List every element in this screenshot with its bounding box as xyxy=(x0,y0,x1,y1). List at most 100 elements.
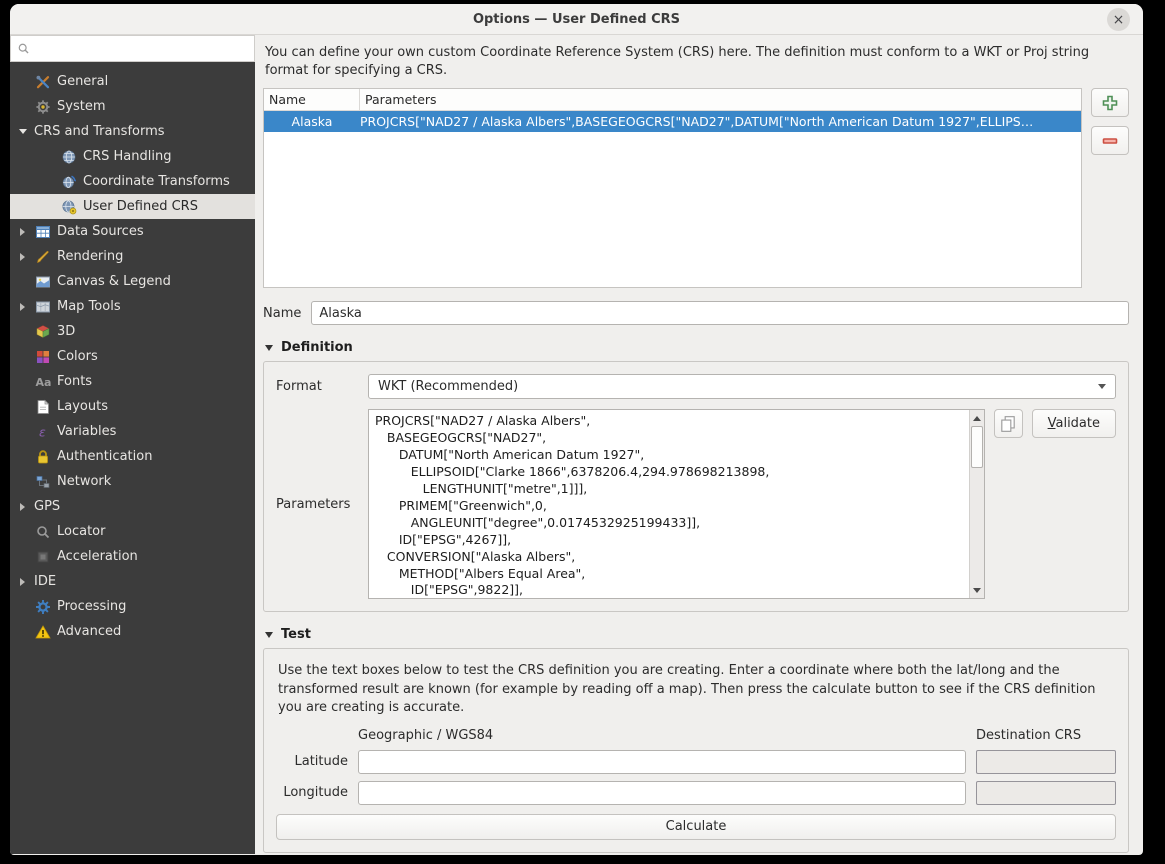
crs-name-input[interactable] xyxy=(311,301,1129,325)
latitude-input[interactable] xyxy=(358,750,966,774)
search-icon xyxy=(17,42,30,55)
column-header-parameters[interactable]: Parameters xyxy=(360,92,1081,107)
chevron-down-icon xyxy=(19,129,27,134)
wkt-parameters-editor[interactable]: PROJCRS["NAD27 / Alaska Albers", BASEGEO… xyxy=(368,409,985,599)
sidebar-item-system[interactable]: System xyxy=(10,94,255,119)
coordinate-transforms-icon xyxy=(60,173,77,190)
copy-icon xyxy=(999,415,1017,433)
close-icon[interactable]: × xyxy=(1107,8,1130,31)
user-defined-crs-panel: You can define your own custom Coordinat… xyxy=(255,35,1143,854)
layouts-icon xyxy=(34,398,51,415)
name-label: Name xyxy=(263,306,301,321)
sidebar-item-processing[interactable]: Processing xyxy=(10,594,255,619)
general-tools-icon xyxy=(34,73,51,90)
title-bar: Options — User Defined CRS × xyxy=(10,4,1143,35)
sidebar-item-authentication[interactable]: Authentication xyxy=(10,444,255,469)
chevron-right-icon xyxy=(20,303,25,311)
acceleration-icon xyxy=(34,548,51,565)
column-header-name[interactable]: Name xyxy=(264,89,360,110)
sidebar-item-colors[interactable]: Colors xyxy=(10,344,255,369)
sidebar-group-gps[interactable]: GPS xyxy=(10,494,255,519)
test-description: Use the text boxes below to test the CRS… xyxy=(278,662,1114,717)
table-header: Name Parameters xyxy=(264,89,1081,111)
crs-parameters-cell: PROJCRS["NAD27 / Alaska Albers",BASEGEOG… xyxy=(360,114,1081,129)
chevron-right-icon xyxy=(20,253,25,261)
remove-crs-button[interactable] xyxy=(1091,126,1129,155)
longitude-destination-output xyxy=(976,781,1116,805)
source-crs-header: Geographic / WGS84 xyxy=(358,728,966,743)
rendering-brush-icon xyxy=(34,248,51,265)
sidebar-item-canvas-legend[interactable]: Canvas & Legend xyxy=(10,269,255,294)
network-icon xyxy=(34,473,51,490)
latitude-label: Latitude xyxy=(276,754,348,769)
sidebar-group-ide[interactable]: IDE xyxy=(10,569,255,594)
sidebar-list: General System CRS and Transforms CRS Ha… xyxy=(10,62,255,854)
parameters-label: Parameters xyxy=(276,497,368,512)
sidebar-item-rendering[interactable]: Rendering xyxy=(10,244,255,269)
sidebar-item-map-tools[interactable]: Map Tools xyxy=(10,294,255,319)
dropdown-arrow-icon xyxy=(1098,384,1106,389)
plus-icon xyxy=(1101,94,1119,112)
user-defined-crs-icon xyxy=(60,198,77,215)
sidebar-item-coordinate-transforms[interactable]: Coordinate Transforms xyxy=(10,169,255,194)
custom-crs-table[interactable]: Name Parameters Alaska PROJCRS["NAD27 / … xyxy=(263,88,1082,288)
sidebar-item-fonts[interactable]: Aa Fonts xyxy=(10,369,255,394)
map-tools-icon xyxy=(34,298,51,315)
calculate-button[interactable]: Calculate xyxy=(276,814,1116,840)
scroll-down-button[interactable] xyxy=(970,583,984,597)
chevron-right-icon xyxy=(20,503,25,511)
format-dropdown[interactable]: WKT (Recommended) xyxy=(368,374,1116,399)
canvas-legend-icon xyxy=(34,273,51,290)
add-crs-button[interactable] xyxy=(1091,88,1129,117)
validate-button[interactable]: Validate xyxy=(1032,409,1116,438)
wkt-text[interactable]: PROJCRS["NAD27 / Alaska Albers", BASEGEO… xyxy=(369,410,968,598)
test-title: Test xyxy=(281,627,311,642)
definition-group-box: Format WKT (Recommended) Parameters PROJ… xyxy=(263,361,1129,612)
minus-icon xyxy=(1101,132,1119,150)
vertical-scrollbar[interactable] xyxy=(969,410,984,598)
data-sources-icon xyxy=(34,223,51,240)
sidebar-item-network[interactable]: Network xyxy=(10,469,255,494)
longitude-label: Longitude xyxy=(276,785,348,800)
fonts-icon: Aa xyxy=(34,373,51,390)
sidebar-item-general[interactable]: General xyxy=(10,69,255,94)
sidebar-item-acceleration[interactable]: Acceleration xyxy=(10,544,255,569)
test-group-box: Use the text boxes below to test the CRS… xyxy=(263,648,1129,852)
sidebar-group-crs-and-transforms[interactable]: CRS and Transforms xyxy=(10,119,255,144)
window-title: Options — User Defined CRS xyxy=(473,12,680,27)
locator-search-icon xyxy=(34,523,51,540)
crs-handling-globe-icon xyxy=(60,148,77,165)
chevron-right-icon xyxy=(20,228,25,236)
sidebar-search[interactable] xyxy=(10,35,255,62)
options-sidebar: General System CRS and Transforms CRS Ha… xyxy=(10,35,255,854)
sidebar-item-layouts[interactable]: Layouts xyxy=(10,394,255,419)
test-section-header[interactable]: Test xyxy=(265,627,1129,642)
crs-name-cell: Alaska xyxy=(264,114,360,129)
advanced-warning-icon xyxy=(34,623,51,640)
system-gear-icon xyxy=(34,98,51,115)
scrollbar-thumb[interactable] xyxy=(971,426,983,468)
search-input[interactable] xyxy=(35,41,248,56)
sidebar-item-locator[interactable]: Locator xyxy=(10,519,255,544)
sidebar-item-variables[interactable]: ε Variables xyxy=(10,419,255,444)
svg-text:ε: ε xyxy=(39,424,46,439)
chevron-right-icon xyxy=(20,578,25,586)
definition-title: Definition xyxy=(281,340,353,355)
cube-3d-icon xyxy=(34,323,51,340)
sidebar-item-data-sources[interactable]: Data Sources xyxy=(10,219,255,244)
latitude-destination-output xyxy=(976,750,1116,774)
sidebar-item-advanced[interactable]: Advanced xyxy=(10,619,255,644)
authentication-lock-icon xyxy=(34,448,51,465)
definition-section-header[interactable]: Definition xyxy=(265,340,1129,355)
sidebar-item-3d[interactable]: 3D xyxy=(10,319,255,344)
collapse-triangle-icon xyxy=(265,632,273,638)
copy-parameters-button[interactable] xyxy=(994,409,1023,438)
sidebar-item-crs-handling[interactable]: CRS Handling xyxy=(10,144,255,169)
longitude-input[interactable] xyxy=(358,781,966,805)
format-label: Format xyxy=(276,379,368,394)
table-row[interactable]: Alaska PROJCRS["NAD27 / Alaska Albers",B… xyxy=(264,111,1081,132)
processing-gear-icon xyxy=(34,598,51,615)
sidebar-item-user-defined-crs[interactable]: User Defined CRS xyxy=(10,194,255,219)
format-selected-value: WKT (Recommended) xyxy=(378,379,518,394)
scroll-up-button[interactable] xyxy=(970,411,984,425)
